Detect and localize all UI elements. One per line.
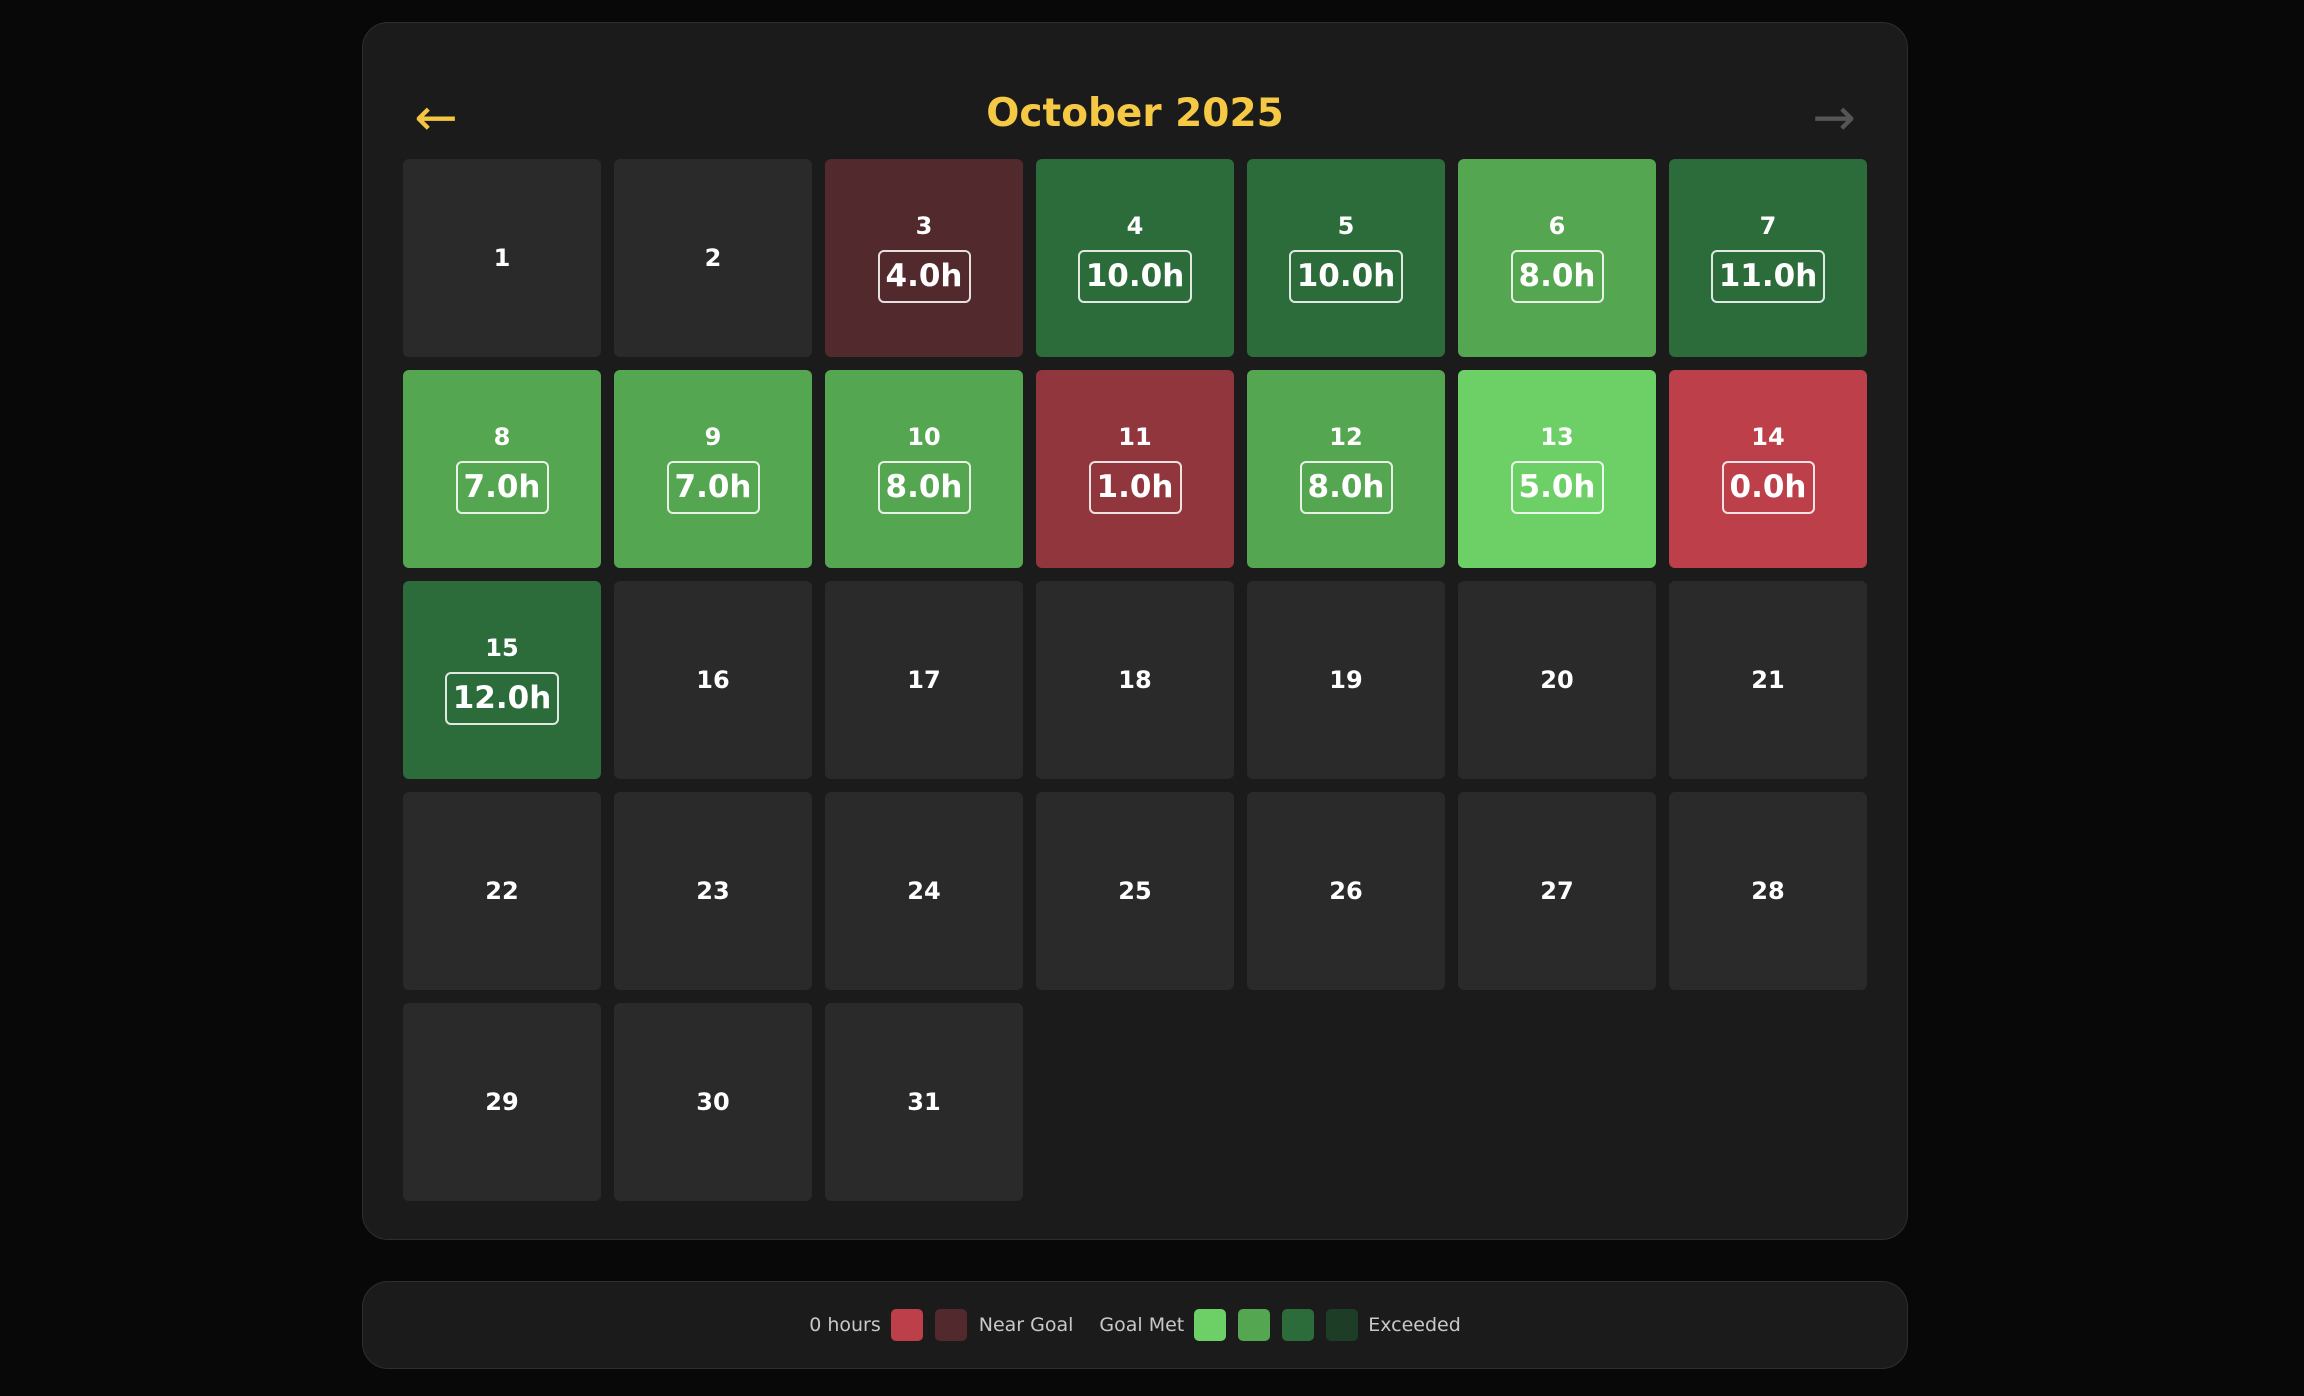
day-cell[interactable]: 25 [1036,792,1234,990]
day-number: 16 [696,666,730,694]
next-month-arrow-icon[interactable]: → [1799,83,1869,153]
day-number: 5 [1337,211,1355,240]
day-cell[interactable]: 6 8.0h [1458,159,1656,357]
day-cell[interactable]: 29 [403,1003,601,1201]
day-cell[interactable]: 27 [1458,792,1656,990]
day-number: 20 [1540,666,1574,694]
day-number: 9 [704,422,722,451]
hours-badge: 4.0h [877,249,971,303]
day-number: 11 [1118,422,1152,451]
legend-exceeded-swatch [1326,1309,1359,1341]
calendar-header: ← October 2025 → [363,23,1907,173]
day-number: 12 [1329,422,1363,451]
day-number: 22 [485,877,519,905]
day-cell[interactable]: 22 [403,792,601,990]
day-cell[interactable]: 14 0.0h [1669,370,1867,568]
day-number: 28 [1751,877,1785,905]
day-cell[interactable]: 3 4.0h [825,159,1023,357]
day-cell[interactable]: 10 8.0h [825,370,1023,568]
day-number: 25 [1118,877,1152,905]
day-number: 15 [485,633,519,662]
day-cell[interactable]: 26 [1247,792,1445,990]
legend-met-swatch-3 [1282,1309,1315,1341]
hours-badge: 5.0h [1510,460,1604,514]
day-cell[interactable]: 19 [1247,581,1445,779]
day-number: 6 [1548,211,1566,240]
day-cell[interactable]: 4 10.0h [1036,159,1234,357]
day-number: 14 [1751,422,1785,451]
day-cell[interactable]: 16 [614,581,812,779]
day-cell[interactable]: 7 11.0h [1669,159,1867,357]
legend-panel: 0 hours Near Goal Goal Met Exceeded [362,1281,1908,1369]
day-cell[interactable]: 11 1.0h [1036,370,1234,568]
day-number: 27 [1540,877,1574,905]
legend-near-label: Near Goal [978,1314,1074,1336]
day-number: 30 [696,1088,730,1116]
day-cell[interactable]: 9 7.0h [614,370,812,568]
hours-badge: 1.0h [1088,460,1182,514]
day-number: 4 [1126,211,1144,240]
day-cell[interactable]: 24 [825,792,1023,990]
legend-zero-label: 0 hours [809,1314,881,1336]
day-cell[interactable]: 18 [1036,581,1234,779]
hours-badge: 10.0h [1288,249,1404,303]
day-number: 7 [1759,211,1777,240]
day-cell[interactable]: 31 [825,1003,1023,1201]
hours-badge: 8.0h [877,460,971,514]
day-number: 24 [907,877,941,905]
legend-met-label: Goal Met [1099,1314,1185,1336]
day-cell[interactable]: 15 12.0h [403,581,601,779]
day-number: 29 [485,1088,519,1116]
day-number: 26 [1329,877,1363,905]
day-number: 19 [1329,666,1363,694]
day-cell[interactable]: 30 [614,1003,812,1201]
day-number: 18 [1118,666,1152,694]
day-number: 23 [696,877,730,905]
day-cell[interactable]: 21 [1669,581,1867,779]
hours-badge: 10.0h [1077,249,1193,303]
day-number: 2 [704,244,722,272]
legend: 0 hours Near Goal Goal Met Exceeded [809,1309,1461,1341]
legend-near-swatch [934,1309,967,1341]
hours-badge: 8.0h [1510,249,1604,303]
hours-badge: 8.0h [1299,460,1393,514]
day-cell[interactable]: 1 [403,159,601,357]
day-number: 17 [907,666,941,694]
calendar-grid: 1 2 3 4.0h 4 10.0h 5 10.0h 6 8.0h 7 11.0h 8 7.0h 9 7.0h… [403,159,1867,1201]
day-cell[interactable]: 17 [825,581,1023,779]
legend-met-swatch-1 [1194,1309,1227,1341]
month-title: October 2025 [986,91,1284,136]
hours-badge: 11.0h [1710,249,1826,303]
legend-zero-swatch [890,1309,923,1341]
day-cell[interactable]: 12 8.0h [1247,370,1445,568]
day-number: 21 [1751,666,1785,694]
day-number: 3 [915,211,933,240]
hours-badge: 12.0h [444,671,560,725]
day-number: 8 [493,422,511,451]
day-number: 31 [907,1088,941,1116]
day-number: 1 [493,244,511,272]
legend-exceeded-label: Exceeded [1368,1314,1461,1336]
day-cell[interactable]: 20 [1458,581,1656,779]
day-cell[interactable]: 28 [1669,792,1867,990]
day-cell[interactable]: 2 [614,159,812,357]
day-cell[interactable]: 13 5.0h [1458,370,1656,568]
day-number: 10 [907,422,941,451]
legend-met-swatch-2 [1238,1309,1271,1341]
hours-badge: 7.0h [666,460,760,514]
day-number: 13 [1540,422,1574,451]
day-cell[interactable]: 8 7.0h [403,370,601,568]
hours-badge: 0.0h [1721,460,1815,514]
day-cell[interactable]: 23 [614,792,812,990]
calendar-panel: ← October 2025 → 1 2 3 4.0h 4 10.0h 5 10.0h 6 8.0… [362,22,1908,1240]
day-cell[interactable]: 5 10.0h [1247,159,1445,357]
hours-badge: 7.0h [455,460,549,514]
